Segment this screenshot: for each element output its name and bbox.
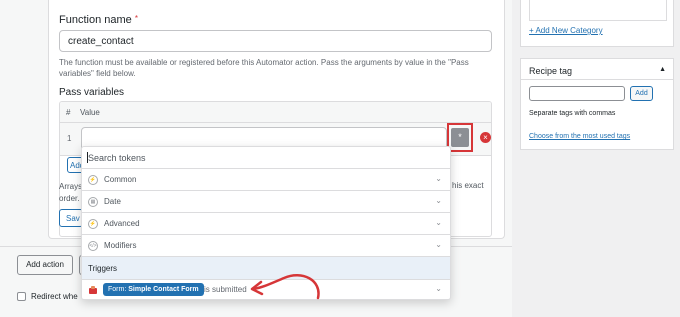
column-header-number: #	[66, 108, 71, 117]
token-search-row	[82, 147, 450, 169]
chevron-down-icon: ⌄	[435, 196, 442, 205]
token-search-input[interactable]	[86, 149, 446, 167]
annotation-arrow-icon	[250, 273, 320, 300]
redirect-checkbox[interactable]	[17, 292, 26, 301]
save-button[interactable]: Sav	[59, 209, 83, 227]
most-used-tags-link[interactable]: Choose from the most used tags	[529, 133, 630, 140]
insert-token-button[interactable]: *	[451, 128, 469, 147]
divider	[521, 79, 673, 80]
chevron-down-icon: ⌄	[435, 240, 442, 249]
chevron-down-icon: ⌄	[435, 174, 442, 183]
group-label: Date	[104, 197, 121, 206]
badge-prefix: Form:	[108, 286, 127, 293]
calendar-icon: ▦	[88, 197, 98, 207]
row-number: 1	[67, 134, 72, 143]
required-mark: *	[134, 14, 138, 23]
table-header: # Value	[60, 102, 491, 123]
function-name-input[interactable]	[59, 30, 492, 52]
code-icon: </>	[88, 241, 98, 251]
recipe-tag-title: Recipe tag	[529, 66, 573, 76]
trigger-badge: Form: Simple Contact Form	[103, 283, 204, 296]
pass-variables-label: Pass variables	[59, 87, 125, 98]
function-help-text: The function must be available or regist…	[59, 58, 469, 78]
token-group-date[interactable]: ▦ Date ⌄	[82, 191, 450, 213]
function-name-label: Function name *	[59, 14, 138, 26]
category-list[interactable]	[529, 0, 667, 21]
collapse-arrow-icon[interactable]: ▲	[659, 66, 666, 73]
function-name-label-text: Function name	[59, 14, 132, 26]
chevron-down-icon: ⌄	[435, 284, 442, 293]
bolt-icon: ⚡	[88, 219, 98, 229]
sidebar: + Add New Category Recipe tag ▲ Add Sepa…	[512, 0, 680, 317]
group-label: Modifiers	[104, 241, 137, 250]
add-tag-button[interactable]: Add	[630, 86, 653, 101]
text-cursor	[87, 152, 88, 163]
token-group-modifiers[interactable]: </> Modifiers ⌄	[82, 235, 450, 257]
category-box: + Add New Category	[520, 0, 674, 47]
form-plugin-icon	[89, 286, 97, 294]
chevron-down-icon: ⌄	[435, 218, 442, 227]
redirect-label: Redirect whe	[31, 292, 78, 301]
tag-input[interactable]	[529, 86, 625, 101]
token-group-common[interactable]: ⚡ Common ⌄	[82, 169, 450, 191]
group-label: Advanced	[104, 219, 140, 228]
add-action-button[interactable]: Add action	[17, 255, 73, 275]
array-note-text: Arrays order.	[59, 182, 81, 203]
group-label: Common	[104, 175, 137, 184]
bolt-icon: ⚡	[88, 175, 98, 185]
remove-row-icon[interactable]: ×	[480, 132, 491, 143]
add-category-link[interactable]: + Add New Category	[529, 26, 603, 35]
badge-form-name: Simple Contact Form	[128, 286, 199, 293]
triggers-label: Triggers	[88, 264, 118, 273]
token-group-advanced[interactable]: ⚡ Advanced ⌄	[82, 213, 450, 235]
recipe-tag-box: Recipe tag ▲ Add Separate tags with comm…	[520, 58, 674, 150]
column-header-value: Value	[80, 108, 100, 117]
tag-help-text: Separate tags with commas	[529, 110, 616, 117]
array-note-text-right: his exact	[452, 181, 484, 190]
